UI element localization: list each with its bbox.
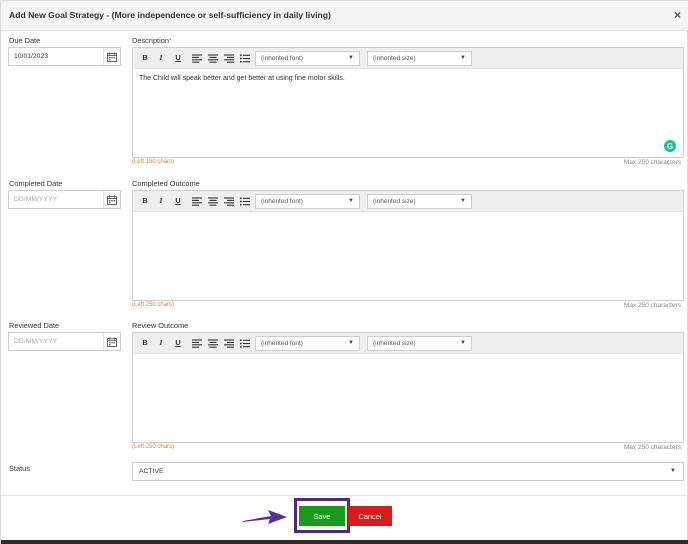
editor-toolbar: B I U (inherited font) ▼ (inherited size)…: [133, 48, 683, 69]
close-icon[interactable]: ×: [674, 8, 681, 22]
due-date-value: 10/01/2023: [14, 53, 49, 60]
chevron-down-icon: ▼: [348, 198, 354, 204]
italic-button[interactable]: I: [155, 53, 167, 62]
calendar-icon[interactable]: [103, 333, 120, 350]
description-content: The Child will speak better and get bett…: [139, 75, 345, 82]
completed-date-placeholder: DD/MM/YYYY: [14, 196, 58, 203]
footer-divider: [1, 495, 688, 496]
due-date-input[interactable]: 10/01/2023: [8, 47, 121, 66]
dialog-title: Add New Goal Strategy - (More independen…: [9, 10, 331, 20]
italic-button[interactable]: I: [155, 196, 167, 205]
description-editor[interactable]: B I U (inherited font) ▼ (inherited size)…: [132, 47, 684, 158]
font-family-select[interactable]: (inherited font) ▼: [255, 51, 360, 66]
description-label-text: Description: [132, 36, 169, 45]
cancel-button[interactable]: Cancel: [348, 506, 392, 526]
status-select[interactable]: ACTIVE ▼: [132, 462, 684, 481]
font-family-value: (inherited font): [261, 340, 303, 347]
save-button[interactable]: Save: [299, 506, 345, 526]
description-left-chars: (Left 180 chars): [132, 159, 175, 165]
description-text-area[interactable]: The Child will speak better and get bett…: [133, 69, 683, 157]
pointer-arrow-icon: [243, 510, 287, 524]
align-left-icon[interactable]: [192, 54, 202, 63]
review-outcome-editor[interactable]: B I U (inherited font) ▼ (inherited size)…: [132, 332, 684, 443]
reviewed-date-placeholder: DD/MM/YYYY: [14, 338, 58, 345]
underline-button[interactable]: U: [172, 338, 184, 347]
chevron-down-icon: ▼: [460, 55, 466, 61]
review-outcome-label: Review Outcome: [132, 321, 189, 330]
editor-toolbar: B I U (inherited font) ▼ (inherited size)…: [133, 191, 683, 212]
font-family-value: (inherited font): [261, 55, 303, 62]
calendar-icon[interactable]: [103, 191, 120, 208]
review-outcome-max-chars: Max 250 characters: [623, 444, 681, 451]
font-size-select[interactable]: (inherited size) ▼: [367, 336, 472, 351]
required-mark: *: [168, 36, 172, 45]
calendar-icon[interactable]: [103, 48, 120, 65]
bullet-list-icon[interactable]: [240, 54, 250, 63]
chevron-down-icon: ▼: [348, 340, 354, 346]
completed-date-label: Completed Date: [9, 179, 63, 188]
italic-button[interactable]: I: [155, 338, 167, 347]
status-label: Status: [9, 464, 30, 473]
bold-button[interactable]: B: [139, 53, 151, 62]
font-size-value: (inherited size): [373, 340, 416, 347]
add-goal-strategy-dialog: Add New Goal Strategy - (More independen…: [0, 0, 688, 544]
font-size-select[interactable]: (inherited size) ▼: [367, 194, 472, 209]
description-label: Description*: [132, 36, 172, 45]
align-center-icon[interactable]: [208, 339, 218, 348]
align-center-icon[interactable]: [208, 197, 218, 206]
font-family-select[interactable]: (inherited font) ▼: [255, 194, 360, 209]
chevron-down-icon: ▼: [460, 340, 466, 346]
editor-toolbar: B I U (inherited font) ▼ (inherited size)…: [133, 333, 683, 354]
align-center-icon[interactable]: [208, 54, 218, 63]
chevron-down-icon: ▼: [348, 55, 354, 61]
underline-button[interactable]: U: [172, 53, 184, 62]
completed-outcome-text-area[interactable]: [133, 212, 683, 300]
completed-outcome-editor[interactable]: B I U (inherited font) ▼ (inherited size)…: [132, 190, 684, 301]
completed-outcome-max-chars: Max 250 characters: [623, 302, 681, 309]
font-family-value: (inherited font): [261, 198, 303, 205]
reviewed-date-input[interactable]: DD/MM/YYYY: [8, 332, 121, 351]
review-outcome-left-chars: (Left 250 chars): [132, 444, 175, 450]
completed-outcome-label: Completed Outcome: [132, 179, 200, 188]
font-size-value: (inherited size): [373, 55, 416, 62]
font-size-value: (inherited size): [373, 198, 416, 205]
bold-button[interactable]: B: [139, 196, 151, 205]
bullet-list-icon[interactable]: [240, 339, 250, 348]
align-right-icon[interactable]: [224, 339, 234, 348]
grammarly-icon[interactable]: G: [664, 140, 676, 152]
underline-button[interactable]: U: [172, 196, 184, 205]
align-left-icon[interactable]: [192, 339, 202, 348]
description-max-chars: Max 250 characters: [623, 159, 681, 166]
bold-button[interactable]: B: [139, 338, 151, 347]
font-family-select[interactable]: (inherited font) ▼: [255, 336, 360, 351]
align-right-icon[interactable]: [224, 197, 234, 206]
review-outcome-text-area[interactable]: [133, 354, 683, 442]
bottom-edge-bar: [1, 540, 688, 544]
align-right-icon[interactable]: [224, 54, 234, 63]
chevron-down-icon: ▼: [460, 198, 466, 204]
align-left-icon[interactable]: [192, 197, 202, 206]
bullet-list-icon[interactable]: [240, 197, 250, 206]
due-date-label: Due Date: [9, 36, 41, 45]
completed-date-input[interactable]: DD/MM/YYYY: [8, 190, 121, 209]
status-value: ACTIVE: [139, 468, 164, 475]
reviewed-date-label: Reviewed Date: [9, 321, 60, 330]
font-size-select[interactable]: (inherited size) ▼: [367, 51, 472, 66]
dialog-header: Add New Goal Strategy - (More independen…: [1, 1, 688, 31]
chevron-down-icon: ▼: [670, 468, 676, 474]
completed-outcome-left-chars: (Left 250 chars): [132, 302, 175, 308]
